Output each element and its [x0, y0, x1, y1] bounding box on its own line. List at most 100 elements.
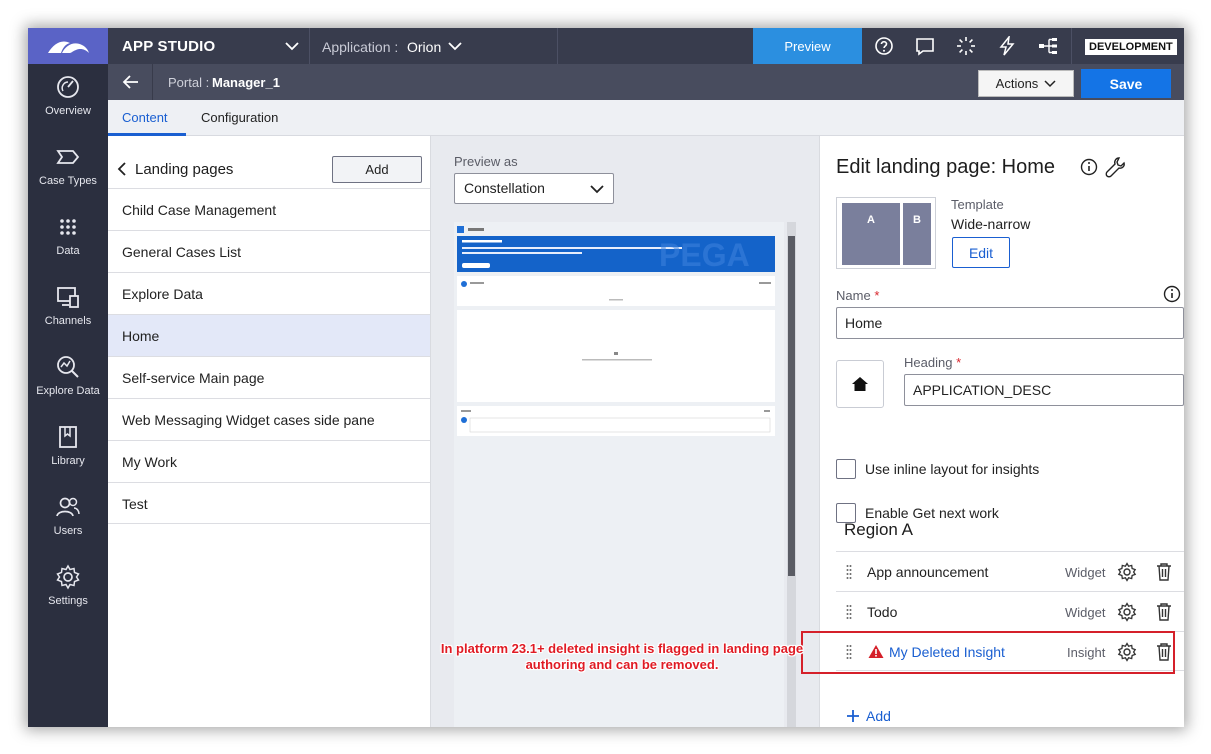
heading-input[interactable]: APPLICATION_DESC — [904, 374, 1184, 406]
edit-panel-title: Edit landing page: Home — [836, 156, 1056, 178]
list-item[interactable]: Self-service Main page — [108, 356, 430, 398]
pega-logo[interactable] — [28, 28, 108, 64]
annotation-line: In platform 23.1+ deleted insight is fla… — [440, 641, 804, 656]
landing-pages-panel: Landing pages Add Child Case Management … — [108, 136, 431, 727]
region-item[interactable]: App announcement Widget — [836, 551, 1184, 591]
drag-handle-icon[interactable] — [846, 564, 852, 580]
chevron-down-icon — [1044, 79, 1056, 87]
left-nav-rail: Overview Case Types Data Channels Explor… — [28, 28, 108, 727]
region-item-name: Todo — [867, 604, 898, 620]
inline-layout-option[interactable]: Use inline layout for insights — [836, 458, 1039, 480]
top-bar: APP STUDIO Application : Orion Preview D… — [108, 28, 1184, 64]
preview-as-label: Preview as — [454, 154, 518, 169]
template-label: Template — [951, 197, 1004, 212]
annotation-highlight-box — [801, 631, 1175, 674]
loading-spinner-icon[interactable] — [956, 36, 976, 56]
rail-item-explore-data[interactable]: Explore Data — [28, 354, 108, 416]
checkbox-label: Use inline layout for insights — [865, 461, 1040, 477]
portal-label: Portal : — [168, 75, 210, 90]
rail-label: Users — [53, 525, 83, 537]
add-landing-page-button[interactable]: Add — [332, 156, 422, 183]
overview-icon — [57, 76, 79, 98]
rail-item-settings[interactable]: Settings — [28, 564, 108, 626]
rail-item-overview[interactable]: Overview — [28, 74, 108, 136]
channels-icon — [57, 287, 79, 308]
name-label: Name * — [836, 288, 880, 303]
info-icon[interactable] — [1163, 285, 1181, 303]
save-button[interactable]: Save — [1081, 69, 1171, 98]
list-item[interactable]: Web Messaging Widget cases side pane — [108, 398, 430, 440]
rail-item-library[interactable]: Library — [28, 424, 108, 486]
comment-icon[interactable] — [915, 36, 935, 56]
hierarchy-icon[interactable] — [1038, 36, 1058, 56]
tab-content[interactable]: Content — [122, 110, 168, 125]
rail-item-users[interactable]: Users — [28, 494, 108, 556]
list-item[interactable]: Child Case Management — [108, 188, 430, 230]
lightning-icon[interactable] — [997, 36, 1017, 56]
trash-icon[interactable] — [1155, 602, 1173, 622]
help-icon[interactable] — [874, 36, 894, 56]
info-icon[interactable] — [1080, 158, 1098, 176]
case-types-icon — [56, 150, 80, 164]
rail-item-case-types[interactable]: Case Types — [28, 144, 108, 206]
svg-text:PEGA: PEGA — [659, 237, 750, 273]
list-item[interactable]: Test — [108, 482, 430, 524]
portal-bar: Portal : Manager_1 Actions Save — [108, 64, 1184, 100]
gear-icon[interactable] — [1117, 602, 1137, 622]
data-icon — [60, 219, 76, 235]
chevron-left-icon[interactable] — [116, 160, 128, 178]
region-item[interactable]: Todo Widget — [836, 591, 1184, 631]
landing-pages-title[interactable]: Landing pages — [135, 161, 233, 178]
logo-icon — [48, 41, 89, 53]
gear-icon[interactable] — [1117, 562, 1137, 582]
list-item-selected[interactable]: Home — [108, 314, 430, 356]
portal-name: Manager_1 — [212, 75, 280, 90]
template-thumbnail: A B — [836, 197, 936, 269]
add-label: Add — [866, 708, 891, 724]
plus-icon — [847, 710, 859, 722]
preview-button[interactable]: Preview — [753, 28, 862, 64]
library-icon — [59, 426, 77, 448]
rail-label: Case Types — [39, 175, 97, 187]
environment-badge: DEVELOPMENT — [1085, 39, 1177, 55]
annotation-line: authoring and can be removed. — [525, 657, 719, 672]
edit-template-button[interactable]: Edit — [952, 237, 1010, 268]
rail-label: Settings — [48, 595, 88, 607]
rail-label: Library — [51, 455, 85, 467]
application-label: Application : — [322, 39, 399, 55]
add-region-item-link[interactable]: Add — [846, 708, 891, 724]
actions-label: Actions — [995, 76, 1039, 91]
icon-picker-button[interactable] — [836, 360, 884, 408]
heading-label: Heading * — [904, 355, 962, 370]
application-chevron-icon[interactable] — [448, 41, 462, 51]
trash-icon[interactable] — [1155, 562, 1173, 582]
template-region-a: A — [842, 203, 900, 265]
inline-layout-checkbox[interactable] — [836, 459, 856, 479]
application-value[interactable]: Orion — [407, 39, 441, 55]
scrollbar-thumb[interactable] — [788, 236, 795, 576]
explore-data-icon — [57, 356, 79, 378]
rail-item-data[interactable]: Data — [28, 214, 108, 276]
app-studio-title: APP STUDIO — [122, 38, 216, 55]
rail-label: Overview — [45, 105, 91, 117]
tab-configuration[interactable]: Configuration — [201, 110, 278, 125]
settings-icon — [56, 564, 80, 590]
region-item-type: Widget — [1065, 605, 1106, 620]
chevron-down-icon — [590, 185, 604, 194]
list-item[interactable]: General Cases List — [108, 230, 430, 272]
name-input[interactable]: Home — [836, 307, 1184, 339]
preview-panel: Preview as Constellation PEGA — [431, 136, 820, 727]
studio-switcher-chevron-icon[interactable] — [285, 41, 299, 51]
wrench-icon[interactable] — [1104, 156, 1126, 178]
preview-page-graphic: PEGA — [457, 226, 775, 436]
preview-as-select[interactable]: Constellation — [454, 173, 614, 204]
template-region-b: B — [903, 203, 931, 265]
rail-item-channels[interactable]: Channels — [28, 284, 108, 346]
rail-label: Explore Data — [36, 385, 100, 397]
list-item[interactable]: My Work — [108, 440, 430, 482]
drag-handle-icon[interactable] — [846, 604, 852, 620]
home-icon — [852, 377, 868, 391]
actions-button[interactable]: Actions — [978, 70, 1074, 97]
list-item[interactable]: Explore Data — [108, 272, 430, 314]
back-arrow-icon[interactable] — [122, 73, 140, 91]
